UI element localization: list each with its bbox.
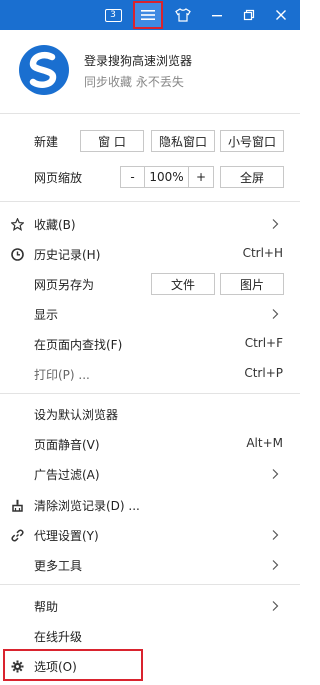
shortcut-label: Alt+M [246,436,283,450]
menu-label: 帮助 [34,600,59,614]
zoom-control: - 100% + [120,166,214,188]
new-label: 新建 [34,135,59,149]
shortcut-label: Ctrl+P [244,366,283,380]
save-as-image-button[interactable]: 图片 [220,273,284,295]
title-bar: 3 [0,0,300,30]
zoom-level: 100% [145,167,189,187]
main-menu-button[interactable] [133,1,163,29]
login-subtitle: 同步收藏 永不丢失 [84,75,184,89]
zoom-label: 网页缩放 [34,171,83,185]
broom-icon [10,498,24,512]
link-icon [10,528,24,542]
minimize-button[interactable] [203,0,231,30]
divider [0,584,300,585]
new-private-window-button[interactable]: 隐私窗口 [151,130,215,152]
zoom-out-button[interactable]: - [121,167,145,187]
menu-item-help[interactable]: 帮助 [0,591,300,621]
menu-label: 页面静音(V) [34,438,100,452]
divider [0,113,300,114]
new-window-button[interactable]: 窗 口 [80,130,144,152]
menu-item-set-default[interactable]: 设为默认浏览器 [0,399,300,429]
menu-label: 清除浏览记录(D) ... [34,499,140,513]
divider [0,201,300,202]
restore-button[interactable] [235,0,263,30]
shortcut-label: Ctrl+F [244,336,283,350]
menu-item-upgrade[interactable]: 在线升级 [0,621,300,651]
close-icon [276,10,286,20]
clock-icon [10,247,24,261]
star-icon [10,217,24,231]
menu-item-clear-history[interactable]: 清除浏览记录(D) ... [0,490,300,520]
zoom-in-button[interactable]: + [189,167,213,187]
menu-item-ad-filter[interactable]: 广告过滤(A) [0,459,300,489]
menu-item-history[interactable]: 历史记录(H) Ctrl+H [0,239,300,269]
menu-label: 显示 [34,308,59,322]
options-highlight-frame [3,649,143,681]
menu-label: 代理设置(Y) [34,529,99,543]
menu-item-find[interactable]: 在页面内查找(F) Ctrl+F [0,329,300,359]
shortcut-label: Ctrl+H [242,246,283,260]
menu-label: 在线升级 [34,630,83,644]
menu-item-print[interactable]: 打印(P) ... Ctrl+P [0,359,300,389]
save-as-file-button[interactable]: 文件 [151,273,215,295]
menu-item-favorites[interactable]: 收藏(B) [0,209,300,239]
menu-label: 打印(P) ... [34,368,90,382]
chevron-right-icon [272,560,279,570]
restore-icon [243,9,255,21]
menu-label: 更多工具 [34,559,83,573]
zoom-row: 网页缩放 - 100% + 全屏 [0,162,300,192]
skin-button[interactable] [168,0,198,30]
tab-count-badge: 3 [104,8,122,22]
menu-label: 设为默认浏览器 [34,408,119,422]
chevron-right-icon [272,219,279,229]
menu-item-more-tools[interactable]: 更多工具 [0,550,300,580]
menu-label: 收藏(B) [34,218,76,232]
divider [0,393,300,394]
menu-label: 历史记录(H) [34,248,101,262]
tshirt-icon [175,8,191,22]
menu-label: 在页面内查找(F) [34,338,123,352]
chevron-right-icon [272,469,279,479]
new-small-window-button[interactable]: 小号窗口 [220,130,284,152]
login-title: 登录搜狗高速浏览器 [84,54,193,68]
tab-count-button[interactable]: 3 [100,0,126,30]
menu-item-save-as: 网页另存为 文件 图片 [0,269,300,299]
new-row: 新建 窗 口 隐私窗口 小号窗口 [0,126,300,156]
menu-item-mute[interactable]: 页面静音(V) Alt+M [0,429,300,459]
sogou-logo-icon [19,45,69,95]
chevron-right-icon [272,601,279,611]
menu-item-display[interactable]: 显示 [0,299,300,329]
minimize-icon [212,15,222,17]
hamburger-icon [141,10,155,20]
close-button[interactable] [266,0,296,30]
login-panel[interactable]: 登录搜狗高速浏览器 同步收藏 永不丢失 [0,30,300,110]
fullscreen-button[interactable]: 全屏 [220,166,284,188]
menu-item-proxy[interactable]: 代理设置(Y) [0,520,300,550]
menu-label: 广告过滤(A) [34,468,100,482]
chevron-right-icon [272,309,279,319]
chevron-right-icon [272,530,279,540]
menu-label: 网页另存为 [34,278,95,292]
